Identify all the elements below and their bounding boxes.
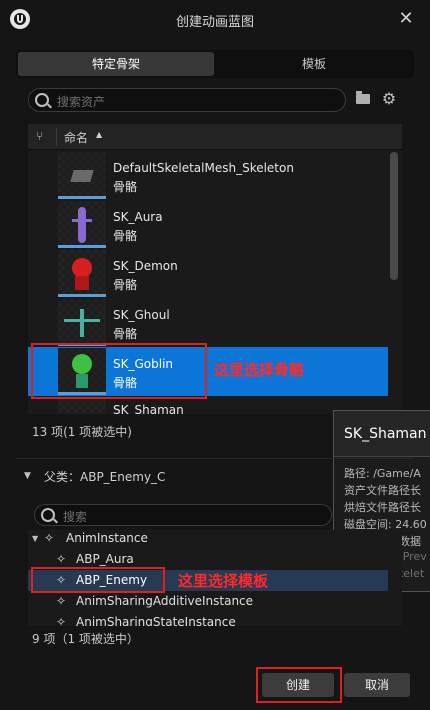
asset-type: 骨骼	[113, 180, 138, 194]
gear-icon[interactable]: ⚙	[380, 90, 398, 108]
tab-specific-skeleton[interactable]: 特定骨架	[18, 52, 214, 76]
tooltip-title: SK_Shaman	[344, 426, 427, 442]
tree-label: AnimSharingAdditiveInstance	[76, 594, 254, 608]
asset-thumbnail	[58, 250, 106, 297]
expand-arrow-icon[interactable]: ▼	[32, 534, 38, 543]
asset-type-bar	[58, 196, 106, 199]
dialog-title: 创建动画蓝图	[175, 15, 254, 30]
search-icon	[35, 93, 49, 107]
anim-class-icon: ✧	[56, 615, 67, 626]
tooltip-line: 资产文件路径长	[344, 484, 421, 497]
class-search-input[interactable]: 搜索	[34, 504, 332, 526]
asset-name: SK_Shaman	[113, 403, 184, 414]
asset-type: 骨骼	[113, 327, 138, 341]
list-item[interactable]: SK_Aura 骨骼	[28, 200, 388, 249]
asset-name: SK_Ghoul	[113, 308, 170, 322]
cancel-button[interactable]: 取消	[344, 673, 410, 697]
tree-label: AnimInstance	[66, 531, 148, 545]
tooltip-line: 烘焙文件路径长	[344, 501, 421, 514]
folder-filter-icon[interactable]	[356, 91, 370, 104]
asset-type-bar	[58, 245, 106, 248]
close-icon[interactable]: ✕	[396, 8, 416, 30]
parent-class-label[interactable]: 父类：ABP_Enemy_C	[44, 468, 165, 485]
tooltip-line: 路径: /Game/A	[344, 467, 421, 480]
tree-item[interactable]: ✧ AnimSharingStateInstance	[28, 612, 388, 626]
asset-type-bar	[58, 294, 106, 297]
asset-thumbnail	[58, 397, 106, 414]
asset-search-input[interactable]: 搜索资产	[28, 88, 346, 112]
tree-label: AnimSharingStateInstance	[76, 615, 236, 626]
item-count: 13 项(1 项被选中)	[32, 425, 132, 439]
list-item[interactable]: DefaultSkeletalMesh_Skeleton 骨骼	[28, 151, 388, 200]
annotation-skeleton: 这里选择骨骼	[214, 361, 305, 379]
anim-class-icon: ✧	[56, 594, 67, 608]
tree-item[interactable]: ▼ ✧ AnimInstance	[28, 528, 388, 549]
asset-type: 骨骼	[113, 278, 138, 292]
search-placeholder: 搜索资产	[57, 95, 106, 109]
asset-name: DefaultSkeletalMesh_Skeleton	[113, 161, 294, 175]
anim-class-icon: ✧	[44, 531, 55, 545]
anim-class-icon: ✧	[56, 552, 67, 566]
annotation-box-template	[31, 567, 165, 593]
tree-label: ABP_Aura	[76, 552, 134, 566]
search-placeholder: 搜索	[63, 510, 88, 524]
list-item[interactable]: SK_Demon 骨骼	[28, 249, 388, 298]
tree-item[interactable]: ✧ AnimSharingAdditiveInstance	[28, 591, 388, 612]
search-icon	[41, 508, 55, 522]
asset-thumbnail	[58, 201, 106, 248]
list-header: ⑂ 命名 ▲	[28, 124, 402, 150]
annotation-template: 这里选择模板	[178, 572, 269, 590]
list-scrollbar[interactable]	[390, 152, 398, 280]
branch-icon[interactable]: ⑂	[36, 129, 50, 143]
asset-type: 骨骼	[113, 229, 138, 243]
column-name[interactable]: 命名	[64, 129, 88, 146]
header-divider	[56, 128, 57, 146]
asset-name: SK_Demon	[113, 259, 178, 273]
sort-ascending-icon[interactable]: ▲	[96, 130, 102, 139]
list-item[interactable]: SK_Ghoul 骨骼	[28, 298, 388, 347]
annotation-box-skeleton	[31, 343, 207, 399]
collapse-arrow-icon[interactable]: ▼	[24, 471, 31, 481]
class-count: 9 项（1 项被选中）	[32, 632, 139, 646]
asset-thumbnail	[58, 152, 106, 199]
asset-name: SK_Aura	[113, 210, 163, 224]
annotation-box-create	[256, 667, 342, 703]
tab-bar: 特定骨架 模板	[16, 50, 414, 78]
tab-template[interactable]: 模板	[216, 52, 412, 76]
section-divider	[16, 458, 414, 459]
asset-thumbnail	[58, 299, 106, 346]
